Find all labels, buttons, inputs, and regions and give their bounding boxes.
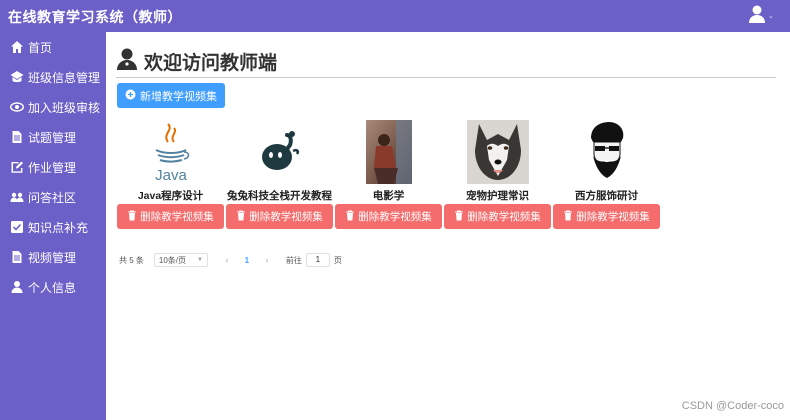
svg-text:Java: Java xyxy=(155,167,187,184)
user-icon xyxy=(748,4,766,29)
sidebar-item-label: 个人信息 xyxy=(28,280,77,295)
welcome-header: 欢迎访问教师端 xyxy=(116,46,776,78)
watermark: CSDN @Coder-coco xyxy=(681,400,784,412)
sidebar-item-join-review[interactable]: 加入班级审核 xyxy=(0,92,106,122)
page-unit-label: 页 xyxy=(333,255,342,265)
trash-icon xyxy=(563,210,573,224)
video-set-card: 兔兔科技全栈开发教程 删除教学视频集 xyxy=(226,118,333,230)
video-set-name: 宠物护理常识 xyxy=(466,190,529,202)
plus-circle-icon xyxy=(125,89,136,103)
main-content: 欢迎访问教师端 新增教学视频集 Java Java程序设计 删除教学视频集 兔兔… xyxy=(106,32,790,420)
video-set-card: 宠物护理常识 删除教学视频集 xyxy=(444,118,551,230)
sidebar-item-qa-community[interactable]: 问答社区 xyxy=(0,182,106,212)
document-icon xyxy=(10,130,24,144)
sidebar-item-label: 首页 xyxy=(28,40,53,55)
goto-page-input[interactable]: 1 xyxy=(305,253,330,267)
delete-video-set-button[interactable]: 删除教学视频集 xyxy=(444,204,551,229)
video-set-name: Java程序设计 xyxy=(137,190,204,202)
delete-video-set-button[interactable]: 删除教学视频集 xyxy=(226,204,333,229)
edit-icon xyxy=(10,160,24,174)
user-icon xyxy=(116,47,144,76)
page-number-1[interactable]: 1 xyxy=(240,256,254,265)
prev-page-button[interactable]: ‹ xyxy=(220,255,234,265)
home-icon xyxy=(10,40,24,54)
document-icon xyxy=(10,250,24,264)
video-set-list: Java Java程序设计 删除教学视频集 兔兔科技全栈开发教程 删除教学视频集… xyxy=(117,118,677,230)
chevron-down-icon: ⌄ xyxy=(768,13,774,20)
trash-icon xyxy=(236,210,246,224)
app-title: 在线教育学习系统（教师） xyxy=(8,9,182,25)
top-bar: 在线教育学习系统（教师） ⌄ xyxy=(0,0,790,32)
sidebar-item-knowledge-supplement[interactable]: 知识点补充 xyxy=(0,212,106,242)
trash-icon xyxy=(127,210,137,224)
delete-video-set-button[interactable]: 删除教学视频集 xyxy=(335,204,442,229)
video-set-name: 兔兔科技全栈开发教程 xyxy=(227,190,332,202)
user-icon xyxy=(10,280,24,294)
class-icon xyxy=(10,70,24,84)
sidebar-item-homework-mgmt[interactable]: 作业管理 xyxy=(0,152,106,182)
sidebar-item-video-mgmt[interactable]: 视频管理 xyxy=(0,242,106,272)
video-set-name: 西方服饰研讨 xyxy=(575,190,638,202)
film-photo[interactable] xyxy=(335,118,442,186)
page-size-select[interactable]: 10条/页 ▼ xyxy=(153,253,208,267)
add-video-set-button[interactable]: 新增教学视频集 xyxy=(117,83,225,108)
delete-video-set-button[interactable]: 删除教学视频集 xyxy=(117,204,224,229)
total-count: 共 5 条 xyxy=(119,255,144,265)
bearded-man-illustration[interactable] xyxy=(553,118,660,186)
check-icon xyxy=(10,220,24,234)
video-set-name: 电影学 xyxy=(372,190,405,202)
video-set-card: 电影学 删除教学视频集 xyxy=(335,118,442,230)
goto-label: 前往 xyxy=(285,255,302,265)
sidebar-item-label: 班级信息管理 xyxy=(28,70,101,85)
pagination: 共 5 条 10条/页 ▼ ‹ 1 › 前往 1 页 xyxy=(119,252,342,268)
video-set-card: 西方服饰研讨 删除教学视频集 xyxy=(553,118,660,230)
video-set-card: Java Java程序设计 删除教学视频集 xyxy=(117,118,224,230)
sidebar: 首页 班级信息管理 加入班级审核 试题管理 作业管理 问答社区 知识点补充 视频… xyxy=(0,32,106,420)
chevron-down-icon: ▼ xyxy=(196,257,203,263)
sidebar-item-label: 试题管理 xyxy=(28,130,77,145)
trash-icon xyxy=(345,210,355,224)
next-page-button[interactable]: › xyxy=(260,255,274,265)
sidebar-item-label: 知识点补充 xyxy=(28,220,89,235)
sidebar-item-class-info[interactable]: 班级信息管理 xyxy=(0,62,106,92)
community-icon xyxy=(10,190,24,204)
sidebar-item-label: 问答社区 xyxy=(28,190,77,205)
sidebar-item-label: 加入班级审核 xyxy=(28,100,101,115)
sidebar-item-profile[interactable]: 个人信息 xyxy=(0,272,106,302)
bunny-logo[interactable] xyxy=(226,118,333,186)
husky-photo[interactable] xyxy=(444,118,551,186)
sidebar-item-label: 作业管理 xyxy=(28,160,77,175)
user-menu[interactable]: ⌄ xyxy=(748,5,778,27)
eye-icon xyxy=(10,100,24,114)
trash-icon xyxy=(454,210,464,224)
sidebar-item-home[interactable]: 首页 xyxy=(0,32,106,62)
java-logo[interactable]: Java xyxy=(117,118,224,186)
delete-video-set-button[interactable]: 删除教学视频集 xyxy=(553,204,660,229)
page-title: 欢迎访问教师端 xyxy=(144,53,278,74)
sidebar-item-question-mgmt[interactable]: 试题管理 xyxy=(0,122,106,152)
sidebar-item-label: 视频管理 xyxy=(28,250,77,265)
